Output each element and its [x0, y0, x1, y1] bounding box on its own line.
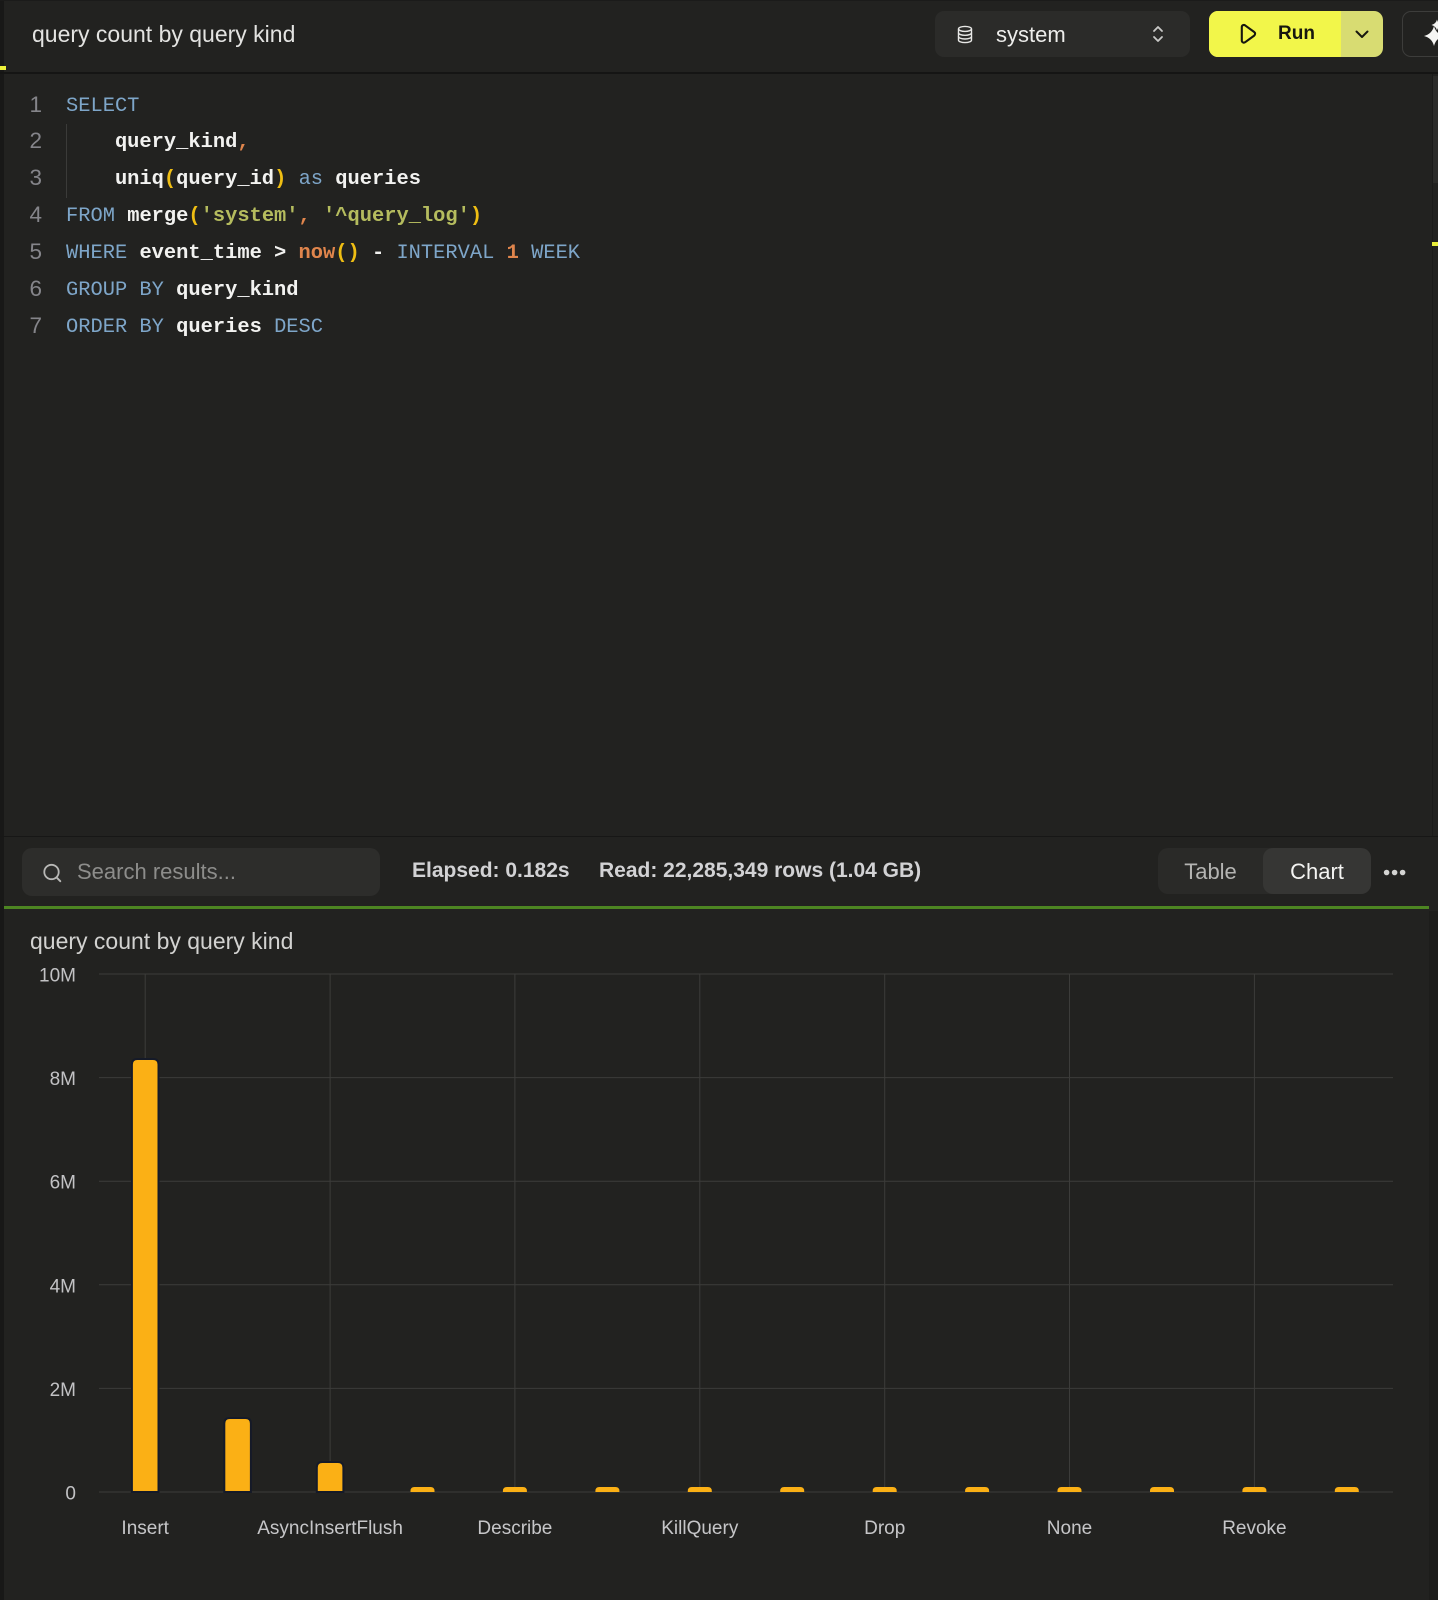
svg-text:4M: 4M: [50, 1276, 76, 1297]
svg-text:Drop: Drop: [864, 1518, 905, 1539]
svg-text:8M: 8M: [50, 1069, 76, 1090]
svg-text:0: 0: [65, 1484, 76, 1505]
svg-text:Insert: Insert: [121, 1518, 169, 1539]
svg-text:AsyncInsertFlush: AsyncInsertFlush: [257, 1518, 403, 1539]
svg-text:2M: 2M: [50, 1380, 76, 1401]
svg-text:Revoke: Revoke: [1222, 1518, 1286, 1539]
svg-text:KillQuery: KillQuery: [661, 1518, 739, 1539]
svg-text:Describe: Describe: [477, 1518, 552, 1539]
svg-text:10M: 10M: [39, 966, 76, 987]
svg-text:6M: 6M: [50, 1173, 76, 1194]
svg-text:None: None: [1047, 1518, 1092, 1539]
